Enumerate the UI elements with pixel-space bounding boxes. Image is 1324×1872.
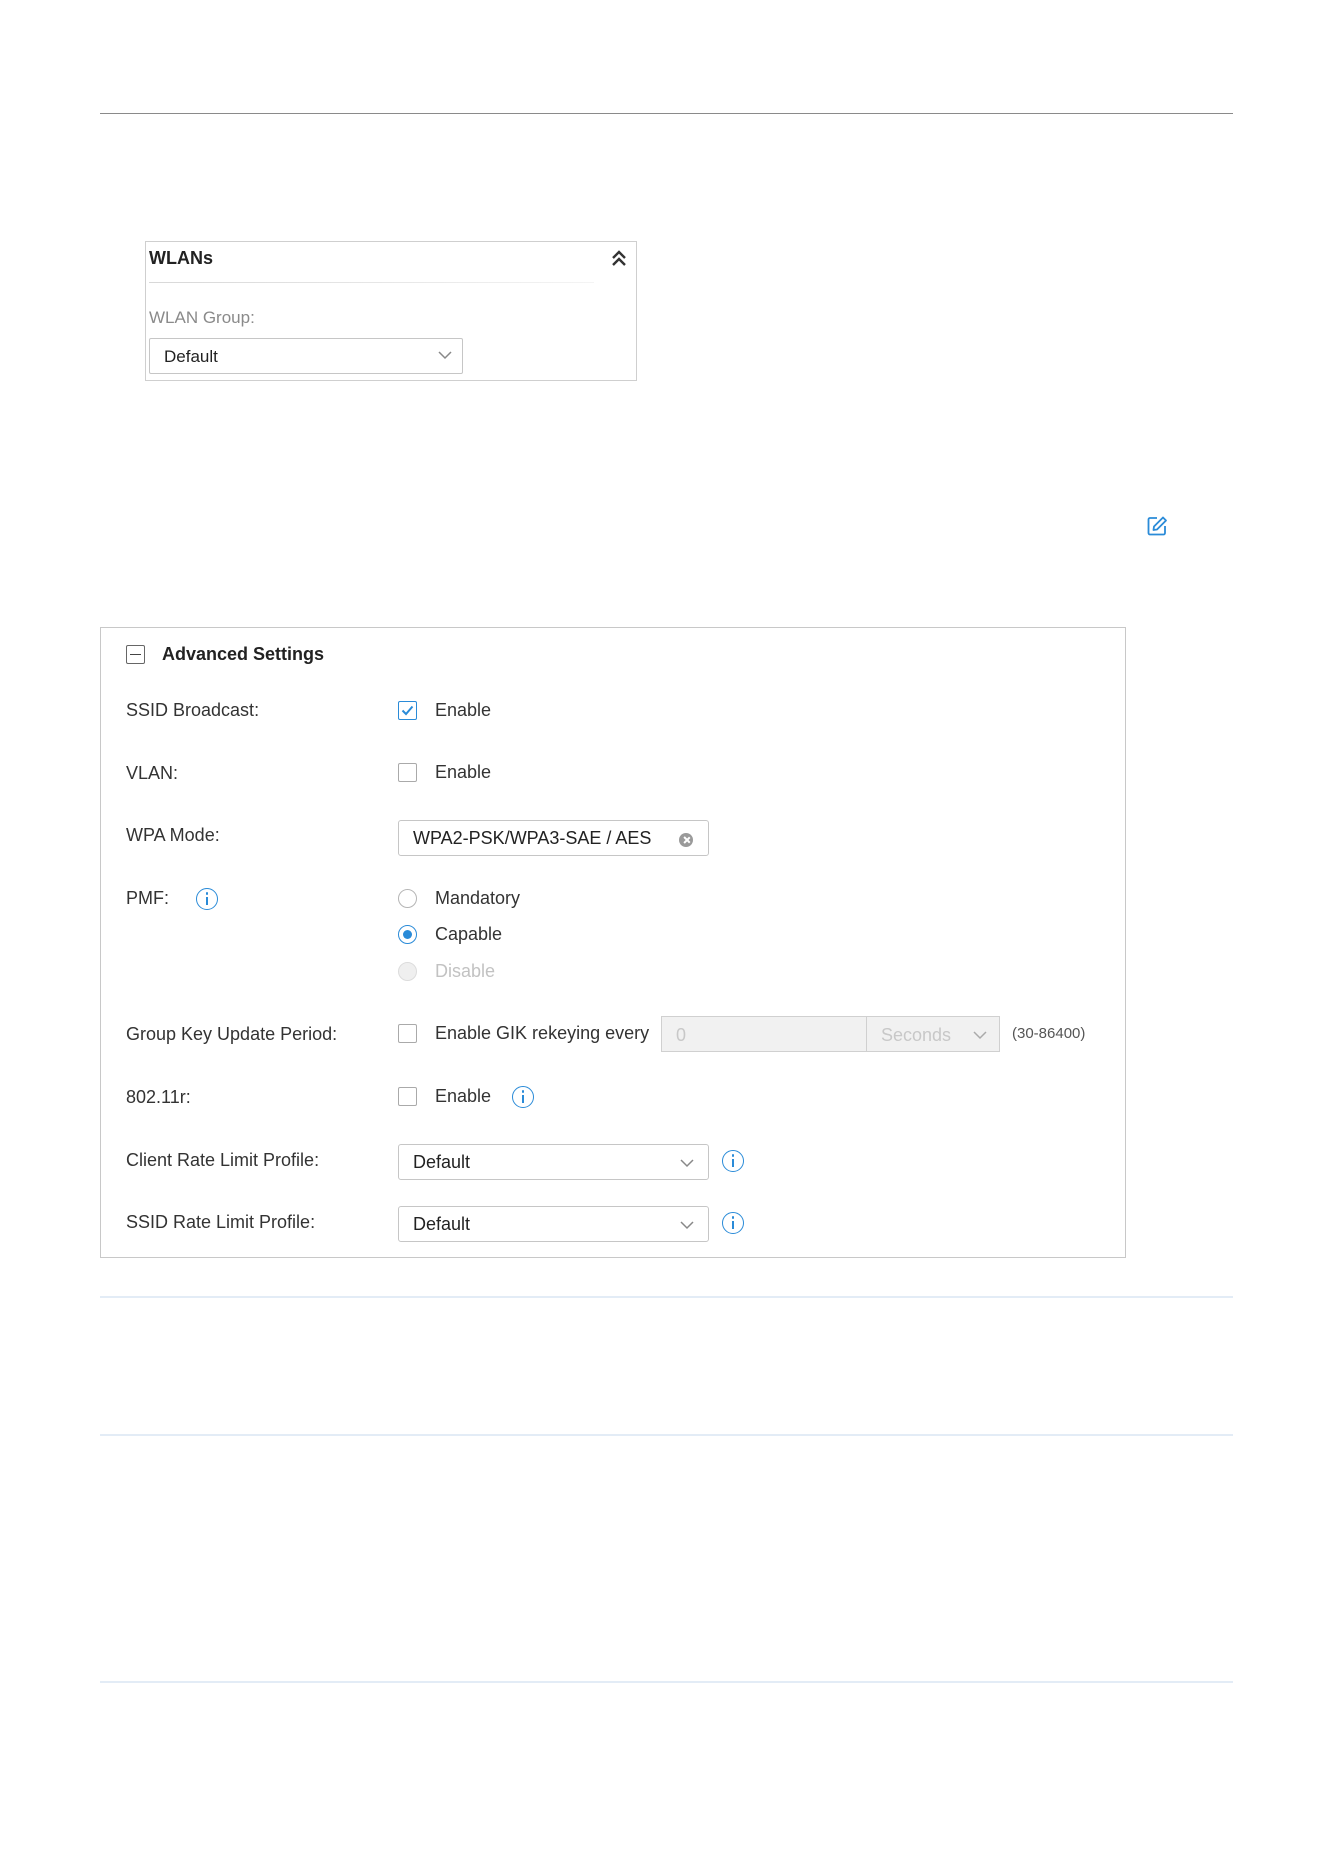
- top-divider: [100, 113, 1233, 114]
- group-key-update-label: Group Key Update Period:: [126, 1024, 338, 1044]
- pmf-radio-disable: [398, 962, 417, 981]
- clear-icon[interactable]: [679, 833, 693, 847]
- vlan-enable-label: Enable: [435, 762, 492, 782]
- double-chevron-up-icon[interactable]: [610, 247, 628, 269]
- wlans-panel: WLANs WLAN Group: Default: [145, 241, 637, 381]
- chevron-down-icon: [438, 351, 452, 360]
- section-divider: [100, 1681, 1233, 1683]
- check-icon: [401, 705, 414, 716]
- client-rate-limit-label: Client Rate Limit Profile:: [126, 1150, 320, 1170]
- gik-period-input: 0: [661, 1016, 867, 1052]
- pmf-label: PMF:: [126, 888, 170, 908]
- ssid-broadcast-enable-label: Enable: [435, 700, 492, 720]
- client-rate-limit-info-icon[interactable]: [722, 1150, 744, 1172]
- gik-rekeying-label: Enable GIK rekeying every: [435, 1023, 650, 1043]
- client-rate-limit-select[interactable]: Default: [398, 1144, 709, 1180]
- wlan-group-value: Default: [164, 347, 218, 366]
- vlan-label: VLAN:: [126, 763, 179, 783]
- wpa-mode-label: WPA Mode:: [126, 825, 220, 845]
- wlan-group-label: WLAN Group:: [149, 308, 255, 327]
- pmf-info-icon[interactable]: [196, 888, 218, 910]
- advanced-settings-panel: Advanced Settings SSID Broadcast: Enable…: [100, 627, 1126, 1258]
- chevron-down-icon: [973, 1031, 987, 1040]
- vlan-checkbox[interactable]: [398, 763, 417, 782]
- collapse-minus-icon[interactable]: [126, 645, 145, 664]
- gik-range-hint: (30-86400): [1012, 1025, 1086, 1042]
- chevron-down-icon: [680, 1221, 694, 1230]
- gik-rekeying-checkbox[interactable]: [398, 1024, 417, 1043]
- wpa-mode-select[interactable]: WPA2-PSK/WPA3-SAE / AES: [398, 820, 709, 856]
- dot11r-checkbox[interactable]: [398, 1087, 417, 1106]
- section-divider: [100, 1434, 1233, 1436]
- title-divider: [149, 282, 594, 283]
- wlan-group-select[interactable]: Default: [149, 338, 463, 374]
- wlans-panel-title: WLANs: [149, 248, 213, 268]
- dot11r-enable-label: Enable: [435, 1086, 492, 1106]
- dot11r-info-icon[interactable]: [512, 1086, 534, 1108]
- pmf-option-capable: Capable: [435, 924, 503, 944]
- ssid-rate-limit-value: Default: [413, 1214, 471, 1234]
- client-rate-limit-value: Default: [413, 1152, 471, 1172]
- gik-period-value: 0: [676, 1025, 687, 1045]
- dot11r-label: 802.11r:: [126, 1087, 191, 1107]
- chevron-down-icon: [680, 1159, 694, 1168]
- gik-unit-value: Seconds: [881, 1025, 952, 1045]
- pmf-option-disable: Disable: [435, 961, 496, 981]
- wpa-mode-value: WPA2-PSK/WPA3-SAE / AES: [413, 828, 652, 848]
- edit-icon[interactable]: [1146, 515, 1168, 537]
- advanced-settings-title: Advanced Settings: [162, 644, 325, 664]
- ssid-rate-limit-info-icon[interactable]: [722, 1212, 744, 1234]
- pmf-radio-mandatory[interactable]: [398, 889, 417, 908]
- pmf-radio-capable[interactable]: [398, 925, 417, 944]
- ssid-broadcast-label: SSID Broadcast:: [126, 700, 260, 720]
- pmf-option-mandatory: Mandatory: [435, 888, 521, 908]
- ssid-rate-limit-select[interactable]: Default: [398, 1206, 709, 1242]
- ssid-broadcast-checkbox[interactable]: [398, 701, 417, 720]
- ssid-rate-limit-label: SSID Rate Limit Profile:: [126, 1212, 316, 1232]
- gik-unit-select: Seconds: [866, 1016, 1000, 1052]
- section-divider: [100, 1296, 1233, 1298]
